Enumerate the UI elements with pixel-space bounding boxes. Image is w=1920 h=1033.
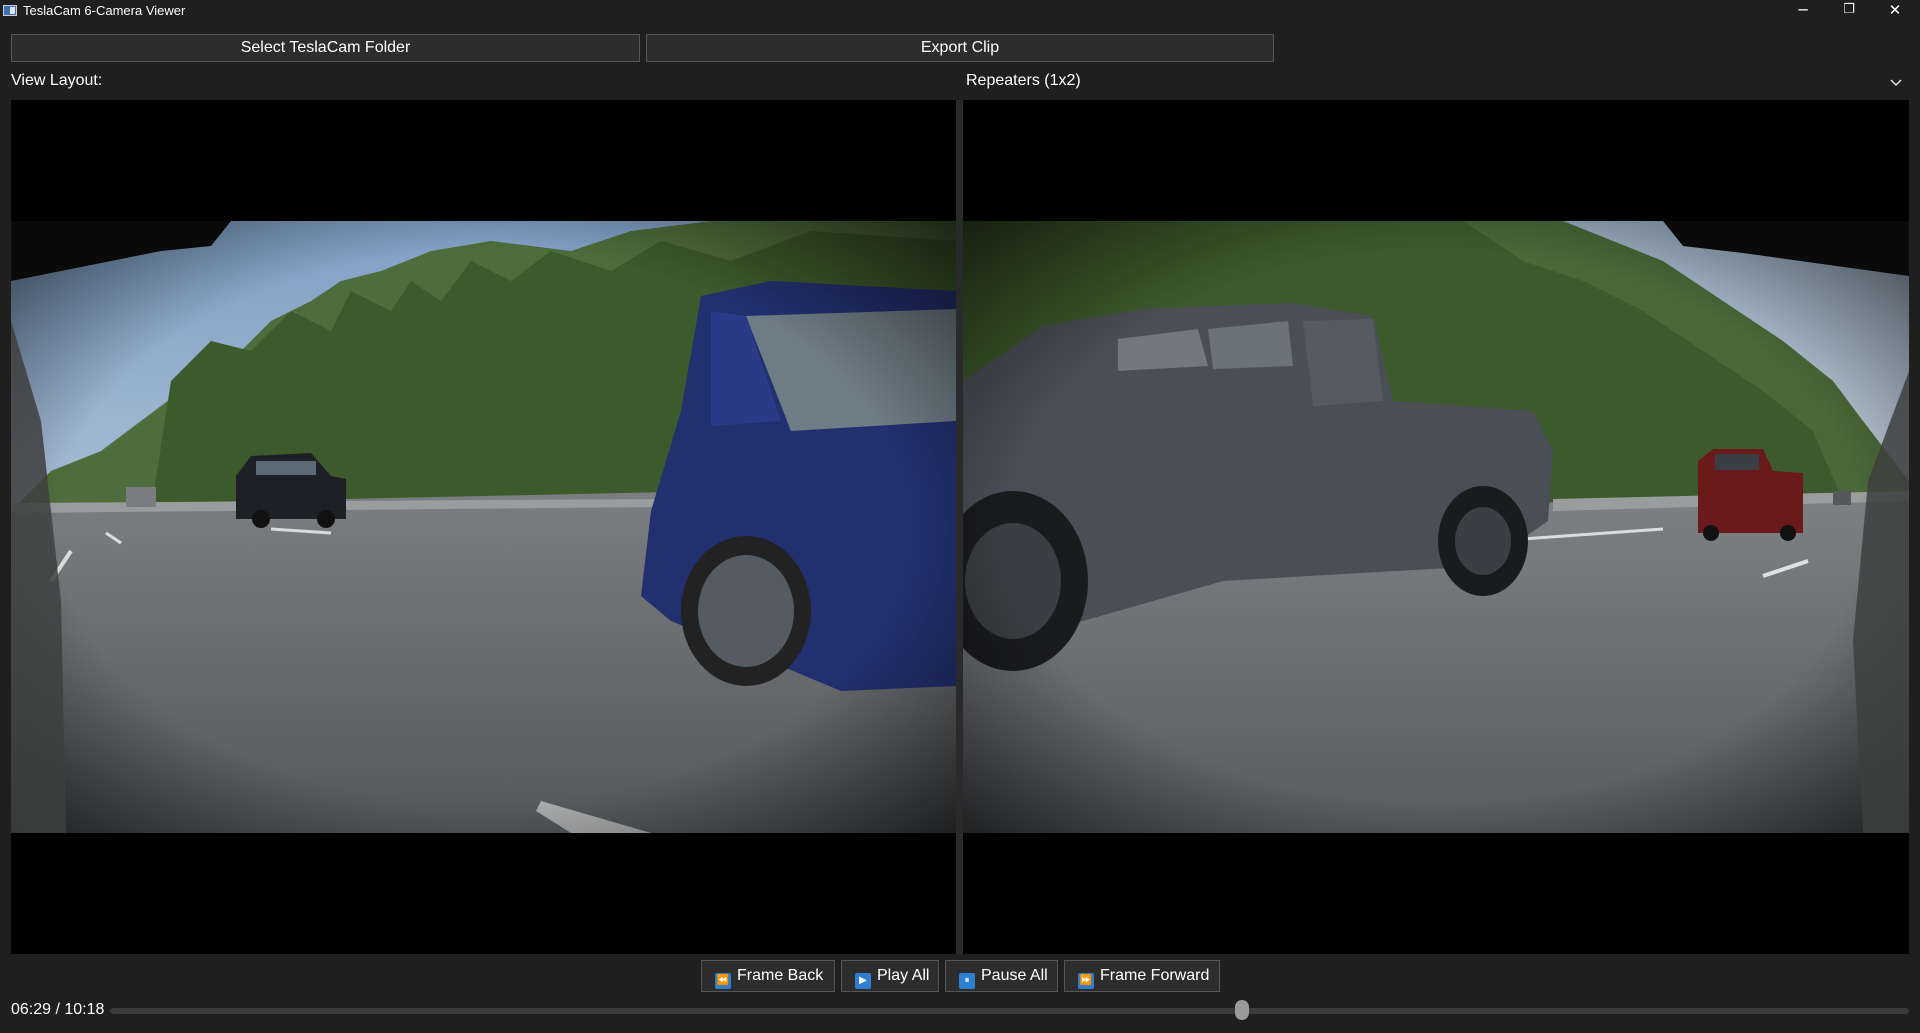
timeline-slider-handle[interactable]	[1234, 1000, 1249, 1020]
play-all-label: Play All	[877, 967, 930, 984]
view-layout-dropdown[interactable]: Repeaters (1x2)	[962, 70, 1910, 94]
fast-forward-icon: ⏩	[1078, 973, 1094, 989]
title-bar: TeslaCam 6-Camera Viewer ─ ❐ ✕	[0, 0, 1920, 22]
chevron-down-icon	[1890, 79, 1902, 87]
frame-forward-button[interactable]: ⏩ Frame Forward	[1064, 960, 1220, 992]
export-clip-button[interactable]: Export Clip	[646, 34, 1274, 62]
close-icon[interactable]: ✕	[1872, 0, 1918, 22]
view-layout-label: View Layout:	[11, 72, 103, 89]
frame-forward-label: Frame Forward	[1100, 967, 1210, 984]
view-layout-value: Repeaters (1x2)	[966, 72, 1081, 89]
app-icon	[3, 5, 17, 16]
select-folder-button[interactable]: Select TeslaCam Folder	[11, 34, 640, 62]
left-repeater-frame	[11, 221, 956, 833]
right-repeater-frame	[963, 221, 1909, 833]
pause-all-label: Pause All	[981, 967, 1048, 984]
time-display: 06:29 / 10:18	[11, 1001, 105, 1018]
window-title: TeslaCam 6-Camera Viewer	[23, 3, 186, 18]
pause-icon: ⏸	[959, 973, 975, 989]
play-all-button[interactable]: ▶ Play All	[841, 960, 939, 992]
play-icon: ▶	[855, 973, 871, 989]
view-divider[interactable]	[956, 100, 963, 954]
maximize-icon[interactable]: ❐	[1826, 0, 1872, 22]
rewind-icon: ⏪	[715, 973, 731, 989]
frame-back-label: Frame Back	[737, 967, 824, 984]
camera-view-left-repeater	[11, 100, 956, 954]
camera-view-right-repeater	[963, 100, 1909, 954]
frame-back-button[interactable]: ⏪ Frame Back	[701, 960, 835, 992]
timeline-slider[interactable]	[110, 1008, 1909, 1014]
pause-all-button[interactable]: ⏸ Pause All	[945, 960, 1058, 992]
minimize-icon[interactable]: ─	[1780, 0, 1826, 22]
